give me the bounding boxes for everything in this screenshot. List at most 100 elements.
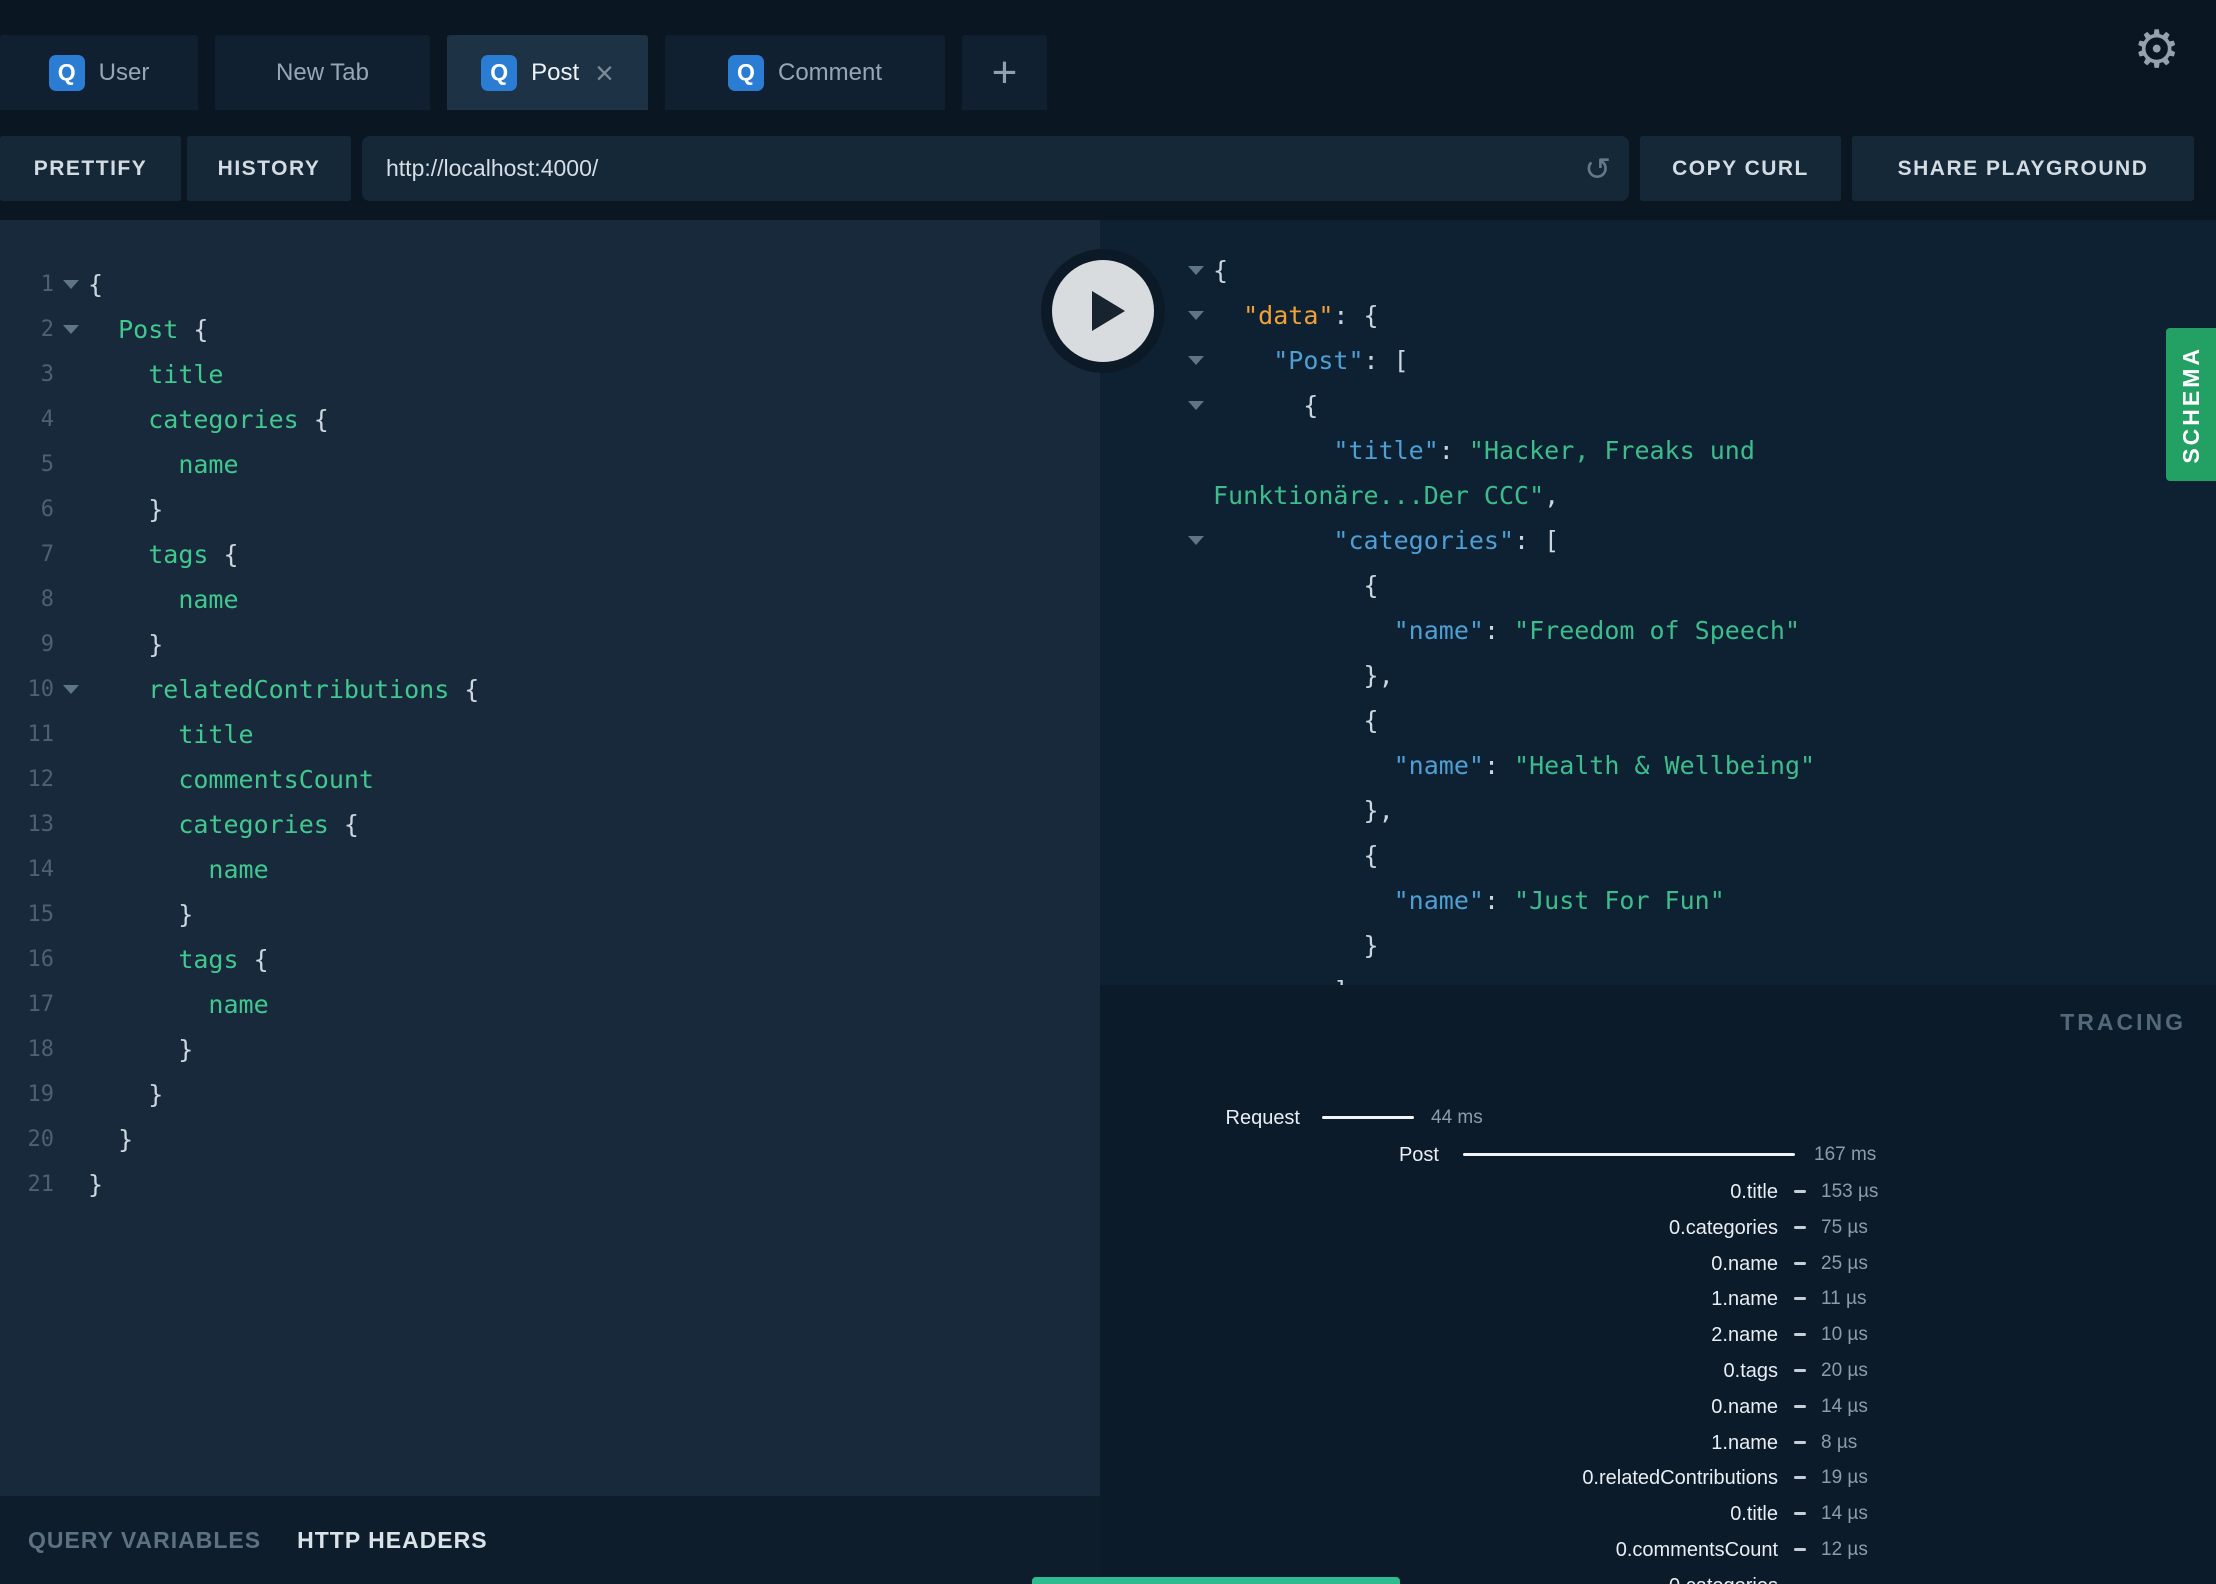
editor-line[interactable]: 13 categories { [0,802,1100,847]
editor-line[interactable]: 18 } [0,1027,1100,1072]
line-number: 1 [40,272,54,297]
fold-caret-icon[interactable] [54,685,88,694]
editor-line[interactable]: 12 commentsCount [0,757,1100,802]
line-number: 18 [27,1037,55,1062]
fold-caret-icon[interactable] [54,280,88,289]
line-number: 15 [27,902,55,927]
tab-post[interactable]: Q Post × [447,35,648,110]
response-line: "name": "Health & Wellbeing" [1393,751,1816,780]
line-number: 11 [27,722,55,747]
tracing-row-label: 0.commentsCount [1615,1539,1778,1561]
line-number: 4 [40,407,54,432]
tracing-row-time: 44 ms [1431,1107,1483,1128]
tab-comment[interactable]: Q Comment [665,35,945,110]
query-editor-pane[interactable]: 1{2 Post {3 title 4 categories {5 name 6 }… [0,220,1100,1496]
editor-line[interactable]: 2 Post { [0,307,1100,352]
query-badge-icon: Q [727,54,764,91]
tracing-row-label: 0.tags [1723,1360,1778,1382]
response-line: { [1100,248,2216,293]
schema-tab[interactable]: SCHEMA [2166,328,2216,481]
line-number: 5 [40,452,54,477]
fold-caret-icon[interactable] [1178,356,1213,365]
tracing-row-time: 75 µs [1821,1217,1868,1238]
graphql-playground: Q User New Tab Q Post × Q Comment + ⚙ PR… [0,0,2216,1584]
settings-gear-icon[interactable]: ⚙ [2133,24,2180,76]
line-number: 9 [40,632,54,657]
fold-caret-icon[interactable] [1178,266,1213,275]
response-lines: { "data": { "Post": [ { "title": "Hacker… [1100,220,2216,985]
close-tab-icon[interactable]: × [595,57,614,89]
query-variables-tab[interactable]: QUERY VARIABLES [28,1527,261,1554]
editor-line[interactable]: 20 } [0,1117,1100,1162]
editor-line[interactable]: 1{ [0,262,1100,307]
tracing-row: 0.categories 75 µs [1100,1210,2216,1246]
editor-line[interactable]: 19 } [0,1072,1100,1117]
tracing-row: 0.commentsCount 12 µs [1100,1532,2216,1568]
response-line: } [1213,931,1379,960]
history-button[interactable]: HISTORY [187,136,351,201]
response-line: "name": "Just For Fun" [1393,886,1725,915]
response-pane: { "data": { "Post": [ { "title": "Hacker… [1100,220,2216,985]
tracing-row: 0.title 14 µs [1100,1496,2216,1532]
query-badge-icon: Q [481,54,518,91]
tracing-row: 0.tags 20 µs [1100,1353,2216,1389]
prettify-button[interactable]: PRETTIFY [0,136,181,201]
add-tab-button[interactable]: + [962,35,1047,110]
line-number: 21 [27,1172,55,1197]
tracing-row-label: 0.categories [1669,1568,1778,1584]
fold-caret-icon[interactable] [1178,311,1213,320]
response-line: Funktionäre...Der CCC", [1213,481,1560,510]
tab-user[interactable]: Q User [0,35,198,110]
editor-line[interactable]: 5 name [0,442,1100,487]
tracing-row-time: 153 µs [1821,1181,1879,1202]
http-headers-tab[interactable]: HTTP HEADERS [297,1527,488,1554]
tracing-duration-dash [1794,1405,1806,1408]
fold-caret-icon[interactable] [54,325,88,334]
tracing-duration-dash [1794,1333,1806,1336]
tracing-row-time: 8 µs [1821,1432,1858,1453]
editor-line[interactable]: 6 } [0,487,1100,532]
fold-caret-icon[interactable] [1178,536,1213,545]
tracing-duration-dash [1794,1476,1806,1479]
endpoint-url-input[interactable] [386,155,1569,182]
editor-line[interactable]: 17 name [0,982,1100,1027]
query-badge-icon: Q [48,54,85,91]
tracing-row: Request 44 ms [1100,1100,2216,1136]
editor-line[interactable]: 9 } [0,622,1100,667]
tracing-duration-dash [1794,1512,1806,1515]
share-playground-button[interactable]: SHARE PLAYGROUND [1852,136,2194,201]
tracing-row-time: 11 µs [1821,1288,1867,1309]
tracing-title: TRACING [2060,1009,2186,1035]
line-number: 2 [40,317,54,342]
editor-line[interactable]: 7 tags { [0,532,1100,577]
tab-new-tab[interactable]: New Tab [215,35,430,110]
execute-button[interactable] [1041,249,1165,373]
tracing-row-label: 1.name [1711,1432,1778,1454]
editor-footer: QUERY VARIABLES HTTP HEADERS [0,1496,1100,1584]
tracing-row-time: 14 µs [1821,1396,1868,1417]
tracing-duration-bar [1463,1153,1795,1156]
copy-curl-button[interactable]: COPY CURL [1640,136,1841,201]
editor-line[interactable]: 3 title [0,352,1100,397]
fold-caret-icon[interactable] [1178,401,1213,410]
tracing-row-label: 0.title [1730,1181,1778,1203]
tracing-panel: TRACING Request 44 ms Post 167 ms 0.title 153… [1100,985,2216,1584]
editor-line[interactable]: 11 title [0,712,1100,757]
editor-line[interactable]: 15 } [0,892,1100,937]
tracing-duration-bar [1322,1116,1414,1119]
tab-label: Comment [777,58,883,86]
line-number: 14 [27,857,55,882]
line-number: 12 [27,767,55,792]
editor-line[interactable]: 8 name [0,577,1100,622]
tab-label: User [98,58,150,86]
tab-label: Post [531,58,580,86]
response-line: "data": { [1100,293,2216,338]
editor-line[interactable]: 10 relatedContributions { [0,667,1100,712]
reload-icon[interactable]: ↺ [1584,150,1611,188]
tracing-row-time: 19 µs [1821,1467,1868,1488]
editor-line[interactable]: 14 name [0,847,1100,892]
editor-line[interactable]: 21} [0,1162,1100,1207]
response-line: "Post": [ [1100,338,2216,383]
editor-line[interactable]: 16 tags { [0,937,1100,982]
editor-line[interactable]: 4 categories { [0,397,1100,442]
